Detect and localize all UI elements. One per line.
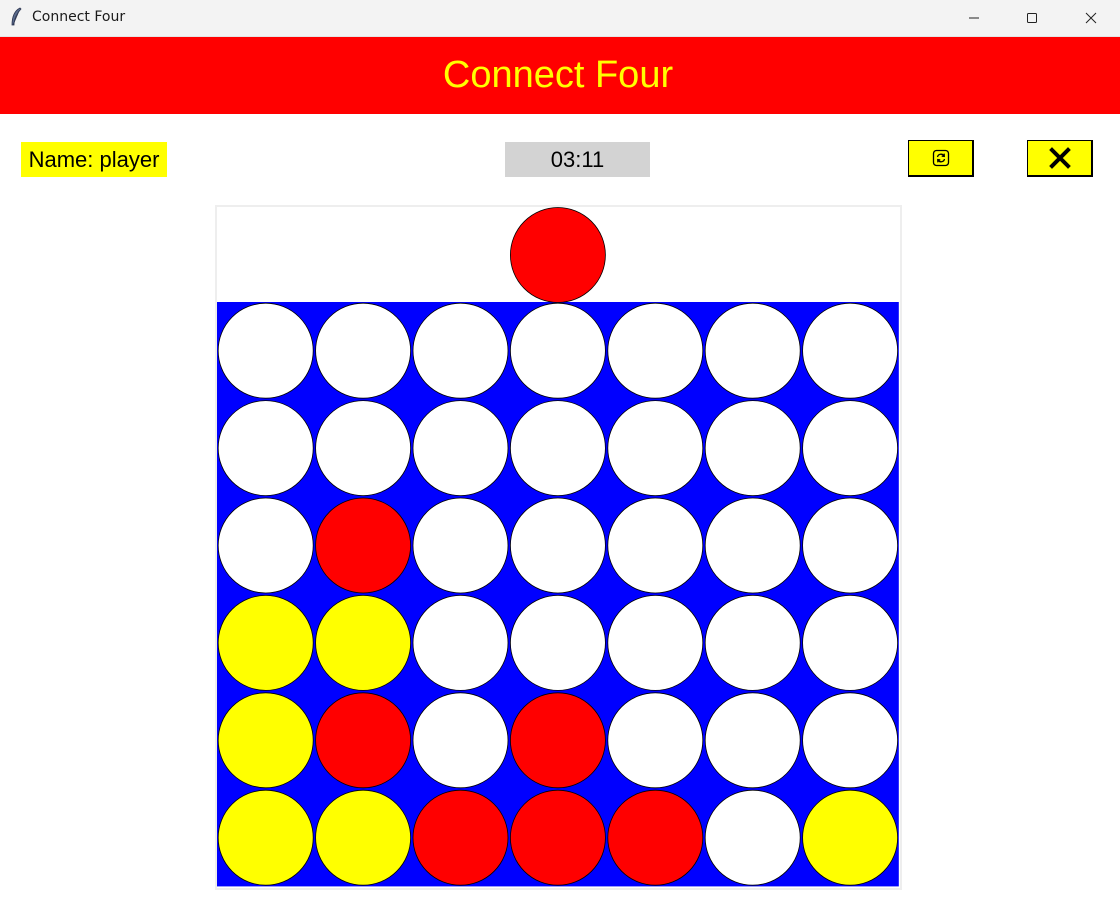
red-disc[interactable] (315, 692, 412, 789)
minimize-icon (969, 17, 979, 19)
empty-slot[interactable] (509, 302, 606, 399)
close-window-button[interactable] (1062, 0, 1120, 36)
empty-slot[interactable] (412, 497, 509, 594)
empty-slot[interactable] (607, 497, 704, 594)
empty-slot[interactable] (607, 302, 704, 399)
yellow-disc[interactable] (315, 594, 412, 691)
yellow-disc[interactable] (217, 594, 314, 691)
yellow-disc[interactable] (217, 789, 314, 886)
yellow-disc[interactable] (802, 789, 898, 886)
window-title: Connect Four (32, 9, 126, 25)
empty-slot[interactable] (217, 497, 314, 594)
player-name-label: Name: player (21, 142, 167, 177)
empty-slot[interactable] (802, 594, 898, 691)
close-icon (1085, 12, 1097, 24)
empty-slot[interactable] (607, 692, 704, 789)
empty-slot[interactable] (607, 594, 704, 691)
minimize-button[interactable] (945, 0, 1003, 36)
empty-slot[interactable] (704, 497, 801, 594)
empty-slot[interactable] (412, 400, 509, 497)
empty-slot[interactable] (412, 692, 509, 789)
empty-slot[interactable] (704, 400, 801, 497)
empty-slot[interactable] (509, 497, 606, 594)
empty-slot[interactable] (509, 594, 606, 691)
red-disc[interactable] (607, 789, 704, 886)
game-board[interactable] (217, 207, 900, 888)
red-disc[interactable] (412, 789, 509, 886)
page-title: Connect Four (442, 54, 674, 96)
empty-slot[interactable] (412, 594, 509, 691)
yellow-disc[interactable] (315, 789, 412, 886)
maximize-button[interactable] (1003, 0, 1061, 36)
hover-disc (509, 207, 606, 303)
window-titlebar[interactable]: Connect Four (0, 0, 1120, 37)
empty-slot[interactable] (217, 400, 314, 497)
game-timer: 03:11 (505, 142, 650, 177)
maximize-icon (1027, 13, 1037, 23)
empty-slot[interactable] (607, 400, 704, 497)
empty-slot[interactable] (217, 302, 314, 399)
restart-icon (932, 149, 949, 167)
empty-slot[interactable] (704, 302, 801, 399)
feather-icon (11, 7, 22, 26)
red-disc[interactable] (315, 497, 412, 594)
empty-slot[interactable] (509, 400, 606, 497)
empty-slot[interactable] (315, 400, 412, 497)
empty-slot[interactable] (704, 789, 801, 886)
x-icon (1048, 147, 1071, 169)
empty-slot[interactable] (704, 692, 801, 789)
empty-slot[interactable] (315, 302, 412, 399)
empty-slot[interactable] (802, 400, 898, 497)
empty-slot[interactable] (704, 594, 801, 691)
yellow-disc[interactable] (217, 692, 314, 789)
restart-button[interactable] (908, 140, 974, 177)
empty-slot[interactable] (802, 692, 898, 789)
empty-slot[interactable] (802, 497, 898, 594)
red-disc[interactable] (509, 789, 606, 886)
red-disc[interactable] (509, 692, 606, 789)
quit-button[interactable] (1027, 140, 1093, 177)
empty-slot[interactable] (802, 302, 898, 399)
empty-slot[interactable] (412, 302, 509, 399)
